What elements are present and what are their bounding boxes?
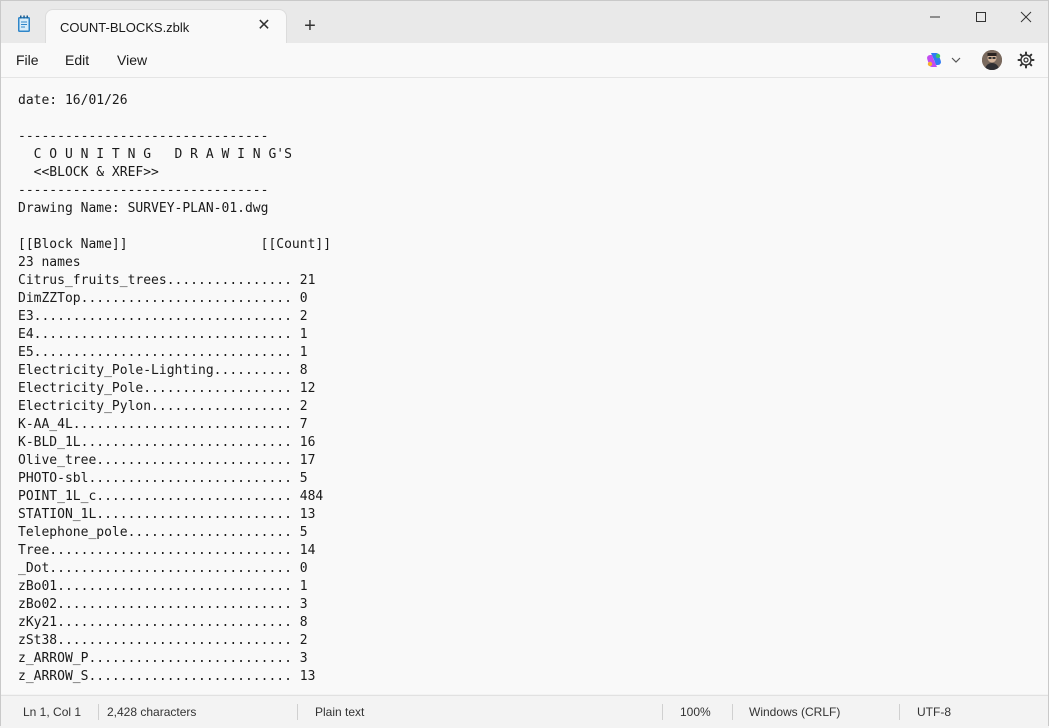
menu-file[interactable]: File	[16, 52, 39, 68]
status-divider	[899, 704, 900, 720]
status-zoom[interactable]: 100%	[680, 705, 711, 719]
minimize-button[interactable]	[912, 1, 958, 33]
status-divider	[297, 704, 298, 720]
status-divider	[732, 704, 733, 720]
maximize-button[interactable]	[958, 1, 1004, 33]
copilot-icon[interactable]	[925, 51, 943, 69]
menu-bar: File Edit View	[1, 43, 1048, 78]
tab-count-blocks[interactable]: COUNT-BLOCKS.zblk ✕	[45, 9, 287, 43]
status-cursor-position[interactable]: Ln 1, Col 1	[23, 705, 81, 719]
user-avatar-icon	[982, 50, 1002, 70]
new-tab-button[interactable]: +	[299, 15, 321, 37]
menu-view[interactable]: View	[117, 52, 147, 68]
text-editor[interactable]: date: 16/01/26 -------------------------…	[1, 78, 1048, 694]
title-bar: COUNT-BLOCKS.zblk ✕ +	[1, 1, 1048, 43]
gear-icon[interactable]	[1016, 50, 1036, 70]
avatar[interactable]	[982, 50, 1002, 70]
minimize-icon	[930, 16, 940, 18]
status-bar: Ln 1, Col 1 2,428 characters Plain text …	[1, 695, 1048, 728]
menu-edit[interactable]: Edit	[65, 52, 89, 68]
status-format[interactable]: Plain text	[315, 705, 364, 719]
close-icon	[1020, 11, 1032, 23]
tab-close-button[interactable]: ✕	[254, 16, 274, 36]
notepad-icon	[18, 15, 30, 32]
maximize-icon	[976, 12, 986, 22]
editor-content[interactable]: date: 16/01/26 -------------------------…	[18, 92, 331, 686]
status-encoding[interactable]: UTF-8	[917, 705, 951, 719]
close-button[interactable]	[1003, 1, 1049, 33]
status-divider	[662, 704, 663, 720]
notepad-window: COUNT-BLOCKS.zblk ✕ + File Edit View dat…	[0, 0, 1049, 728]
chevron-down-icon[interactable]	[951, 55, 961, 65]
status-line-ending[interactable]: Windows (CRLF)	[749, 705, 840, 719]
status-character-count: 2,428 characters	[107, 705, 197, 719]
tab-title: COUNT-BLOCKS.zblk	[60, 20, 190, 35]
status-divider	[98, 704, 99, 720]
